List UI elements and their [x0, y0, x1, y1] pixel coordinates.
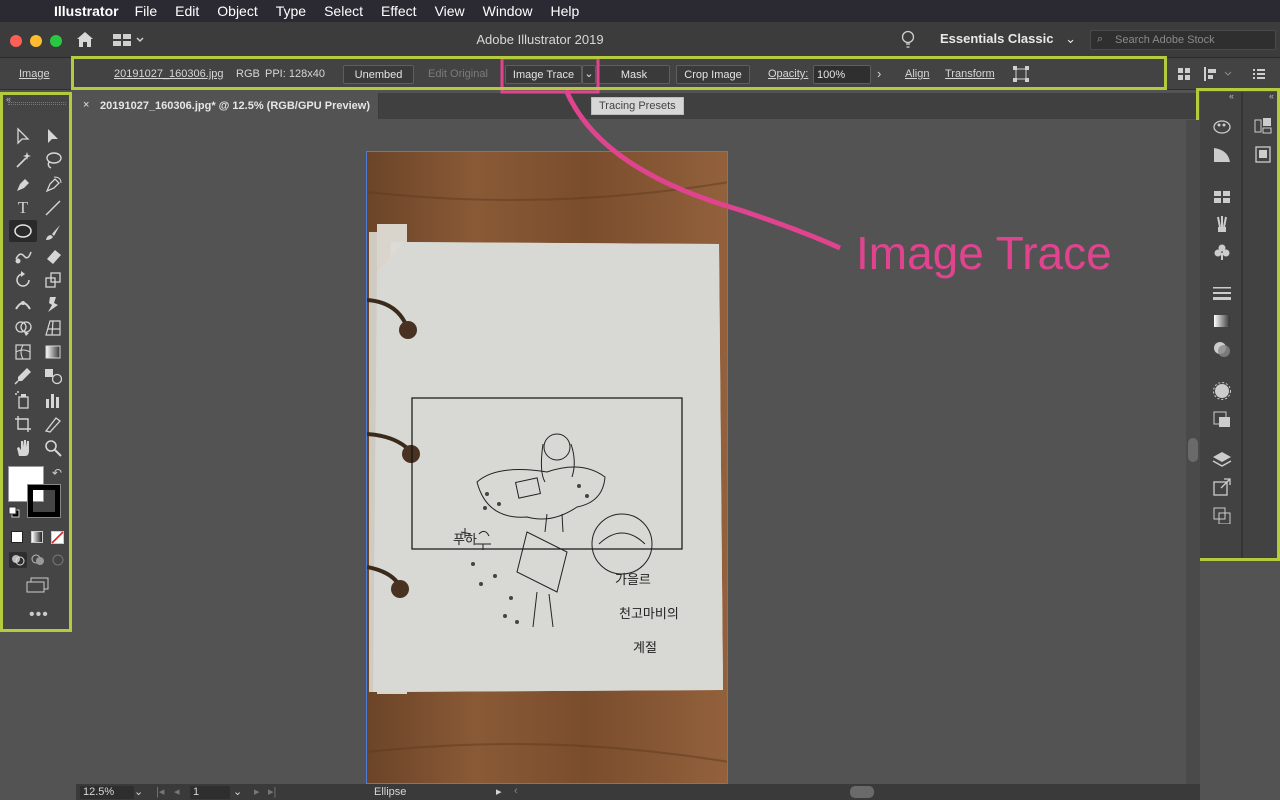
chevron-down-icon[interactable]: ⌄ — [134, 785, 143, 798]
vertical-scroll-thumb[interactable] — [1188, 438, 1198, 462]
scroll-left-icon[interactable]: ‹ — [514, 785, 518, 797]
annotation-label: Image Trace — [856, 227, 1112, 279]
annotation-arrow — [500, 56, 842, 251]
previous-artboard-icon[interactable]: ◂ — [174, 785, 180, 798]
right-dock-highlight — [1196, 88, 1280, 561]
last-artboard-icon[interactable]: ▸| — [268, 785, 276, 798]
horizontal-scroll-thumb[interactable] — [850, 786, 874, 798]
zoom-level-value: 12.5% — [83, 786, 115, 798]
current-tool-status: Ellipse — [374, 786, 407, 798]
status-bar: 12.5% ⌄ |◂ ◂ 1 ⌄ ▸ ▸| Ellipse ▸ ‹ — [76, 784, 1200, 800]
control-bar-highlight — [71, 56, 1167, 90]
tracing-presets-tooltip: Tracing Presets — [591, 97, 684, 115]
zoom-level-input[interactable]: 12.5% — [80, 786, 134, 799]
vertical-scrollbar[interactable] — [1186, 120, 1200, 784]
status-menu-icon[interactable]: ▸ — [496, 785, 502, 798]
artboard-number: 1 — [193, 786, 200, 798]
first-artboard-icon[interactable]: |◂ — [156, 785, 164, 798]
chevron-down-icon[interactable]: ⌄ — [233, 785, 242, 798]
next-artboard-icon[interactable]: ▸ — [254, 785, 260, 798]
artboard-number-input[interactable]: 1 — [190, 786, 230, 799]
